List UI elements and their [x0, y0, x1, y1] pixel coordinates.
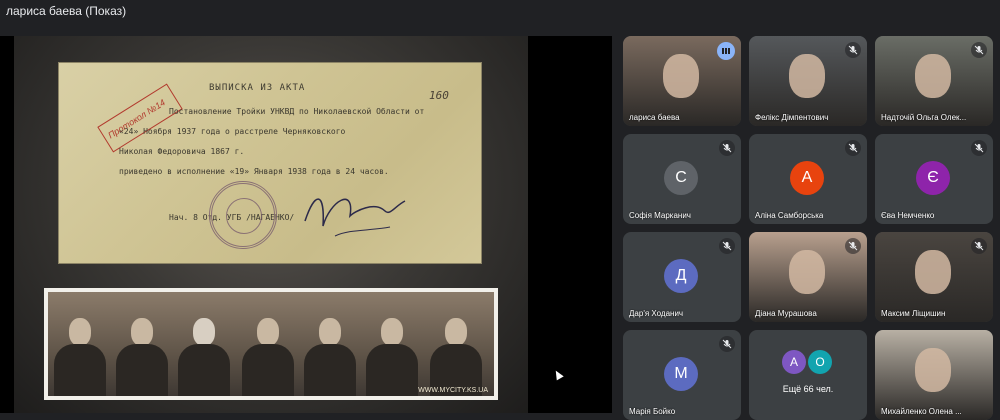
document-line: Николая Федоровича 1867 г.	[119, 147, 245, 156]
mic-muted-icon	[845, 238, 861, 254]
photo-watermark: WWW.MYCITY.KS.UA	[418, 387, 488, 394]
page-number: 160	[429, 89, 449, 102]
mic-muted-icon	[719, 336, 735, 352]
participant-avatar: А	[790, 161, 824, 195]
participant-avatar: М	[664, 357, 698, 391]
speaking-indicator-icon	[717, 42, 735, 60]
mic-muted-icon	[719, 238, 735, 254]
presenter-title: лариса баева (Показ)	[6, 4, 127, 18]
prisoners-photo: WWW.MYCITY.KS.UA	[44, 288, 498, 400]
participant-name: Аліна Самборська	[755, 211, 824, 220]
document-line: «24» Ноября 1937 года о расстреле Черняк…	[119, 127, 346, 136]
participant-avatar: О	[808, 350, 832, 374]
mic-muted-icon	[971, 140, 987, 156]
mic-muted-icon	[971, 42, 987, 58]
participant-tile[interactable]: Д Дар'я Ходанич	[623, 232, 741, 322]
mic-muted-icon	[719, 140, 735, 156]
mic-muted-icon	[845, 140, 861, 156]
official-seal	[209, 181, 277, 249]
participant-name: лариса баева	[629, 113, 680, 122]
document-line: приведено в исполнение «19» Января 1938 …	[119, 167, 389, 176]
participant-name: Діана Мурашова	[755, 309, 817, 318]
participant-avatar: Є	[916, 161, 950, 195]
participant-tile[interactable]: А Аліна Самборська	[749, 134, 867, 224]
mic-muted-icon	[971, 238, 987, 254]
participant-name: Марія Бойко	[629, 407, 676, 416]
participant-name: Дар'я Ходанич	[629, 309, 684, 318]
participant-tile[interactable]: лариса баева	[623, 36, 741, 126]
participant-name: Софія Марканич	[629, 211, 691, 220]
more-participants-label: Ещё 66 чел.	[782, 384, 834, 394]
participant-avatar: А	[782, 350, 806, 374]
top-bar: лариса баева (Показ)	[0, 0, 1000, 22]
participant-name: Надточій Ольга Олек...	[881, 113, 967, 122]
participant-tile[interactable]: А О Ещё 66 чел.	[749, 330, 867, 420]
participant-tile[interactable]: Є Єва Немченко	[875, 134, 993, 224]
participant-tile[interactable]: Діана Мурашова	[749, 232, 867, 322]
archive-document: Протокол №14 ВЫПИСКА ИЗ АКТА 160 Постано…	[58, 62, 482, 264]
participant-tile[interactable]: С Софія Марканич	[623, 134, 741, 224]
participant-name: Єва Немченко	[881, 211, 935, 220]
participant-tile[interactable]: Максим Ліщишин	[875, 232, 993, 322]
document-heading: ВЫПИСКА ИЗ АКТА	[209, 83, 306, 93]
participant-tile[interactable]: М Марія Бойко	[623, 330, 741, 420]
more-participants-avatars: АО	[782, 350, 834, 374]
document-line: Постановление Тройки УНКВД по Николаевск…	[169, 107, 425, 116]
participant-tile[interactable]: Фелікс Дімпентович	[749, 36, 867, 126]
participant-name: Фелікс Дімпентович	[755, 113, 829, 122]
participant-tile[interactable]: Михайленко Олена ...	[875, 330, 993, 420]
presentation-stage[interactable]: Протокол №14 ВЫПИСКА ИЗ АКТА 160 Постано…	[0, 36, 612, 413]
red-stamp: Протокол №14	[97, 83, 183, 153]
participant-avatar: С	[664, 161, 698, 195]
participant-avatar: Д	[664, 259, 698, 293]
presentation-slide: Протокол №14 ВЫПИСКА ИЗ АКТА 160 Постано…	[14, 36, 528, 413]
participant-name: Михайленко Олена ...	[881, 407, 962, 416]
mic-muted-icon	[845, 42, 861, 58]
participant-name: Максим Ліщишин	[881, 309, 946, 318]
signature	[304, 198, 406, 237]
mouse-cursor	[552, 368, 564, 381]
participant-tile[interactable]: Надточій Ольга Олек...	[875, 36, 993, 126]
